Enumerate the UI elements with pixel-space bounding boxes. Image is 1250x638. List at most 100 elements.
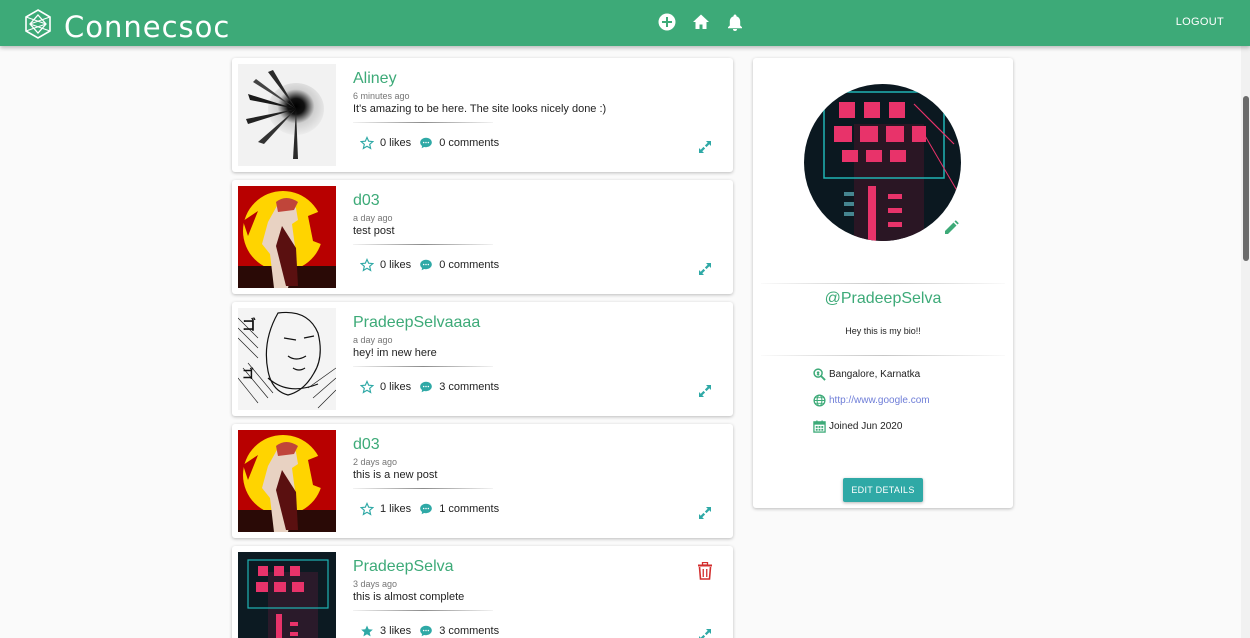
like-button[interactable]: 3 likes bbox=[360, 624, 411, 638]
star-outline-icon bbox=[359, 380, 375, 394]
star-outline-icon bbox=[359, 136, 375, 150]
post-card: Aliney 6 minutes ago It's amazing to be … bbox=[232, 58, 733, 172]
comments-button[interactable]: 0 comments bbox=[419, 136, 499, 150]
post-card: d03 a day ago test post 0 likes 0 commen… bbox=[232, 180, 733, 294]
post-username[interactable]: d03 bbox=[353, 192, 380, 210]
like-button[interactable]: 1 likes bbox=[359, 502, 412, 516]
logout-button[interactable]: LOGOUT bbox=[1176, 16, 1224, 28]
joined-row: Joined Jun 2020 bbox=[813, 420, 902, 433]
comments-count: 3 comments bbox=[439, 625, 500, 637]
brand-name: Connecsoc bbox=[64, 9, 231, 44]
divider bbox=[353, 122, 493, 123]
globe-icon bbox=[813, 394, 826, 407]
comments-button[interactable]: 0 comments bbox=[419, 258, 499, 272]
likes-count: 0 likes bbox=[380, 259, 412, 271]
chat-bubble-icon bbox=[419, 136, 433, 150]
nav-icons bbox=[657, 12, 745, 32]
comments-count: 0 comments bbox=[439, 259, 500, 271]
likes-count: 0 likes bbox=[380, 137, 412, 149]
edit-avatar-pencil-icon[interactable] bbox=[943, 220, 959, 236]
chat-bubble-icon bbox=[419, 258, 433, 272]
post-actions: 3 likes 3 comments bbox=[360, 624, 499, 638]
post-username[interactable]: d03 bbox=[353, 436, 380, 454]
post-image[interactable] bbox=[238, 186, 336, 288]
profile-card: @PradeepSelva Hey this is my bio!! Banga… bbox=[753, 58, 1013, 508]
likes-count: 0 likes bbox=[380, 381, 412, 393]
post-body: It's amazing to be here. The site looks … bbox=[353, 103, 607, 115]
post-body: this is a new post bbox=[353, 469, 438, 481]
post-timestamp: 3 days ago bbox=[353, 579, 398, 589]
post-timestamp: a day ago bbox=[353, 335, 393, 345]
divider bbox=[353, 244, 493, 245]
post-image[interactable] bbox=[238, 552, 336, 638]
post-image[interactable] bbox=[238, 64, 336, 166]
comments-button[interactable]: 3 comments bbox=[419, 624, 499, 638]
post-actions: 1 likes 1 comments bbox=[359, 502, 499, 516]
like-button[interactable]: 0 likes bbox=[359, 380, 412, 394]
expand-icon[interactable] bbox=[699, 262, 711, 275]
comments-button[interactable]: 1 comments bbox=[419, 502, 499, 516]
location-search-icon bbox=[813, 368, 826, 381]
app-bar: Connecsoc LOGOUT bbox=[0, 0, 1250, 46]
brand[interactable]: Connecsoc bbox=[22, 8, 230, 45]
post-timestamp: 6 minutes ago bbox=[353, 91, 410, 101]
chat-bubble-icon bbox=[419, 624, 433, 638]
post-image[interactable]: ゴ ゴ bbox=[238, 308, 336, 410]
divider bbox=[353, 366, 493, 367]
post-card: ゴ ゴ PradeepSelvaaaa a day ago hey! im ne… bbox=[232, 302, 733, 416]
edit-details-button[interactable]: EDIT DETAILS bbox=[843, 478, 923, 502]
post-username[interactable]: PradeepSelvaaaa bbox=[353, 314, 480, 332]
scrollbar[interactable] bbox=[1241, 46, 1250, 638]
divider bbox=[353, 610, 493, 611]
svg-text:ゴ: ゴ bbox=[242, 317, 256, 334]
post-username[interactable]: PradeepSelva bbox=[353, 558, 454, 576]
location-row: Bangalore, Karnatka bbox=[813, 368, 920, 381]
post-timestamp: 2 days ago bbox=[353, 457, 398, 467]
post-card: d03 2 days ago this is a new post 1 like… bbox=[232, 424, 733, 538]
post-body: hey! im new here bbox=[353, 347, 437, 359]
avatar[interactable] bbox=[804, 84, 961, 241]
post-body: this is almost complete bbox=[353, 591, 465, 603]
logo-icon bbox=[22, 8, 54, 45]
profile-bio: Hey this is my bio!! bbox=[845, 326, 921, 336]
svg-text:ゴ: ゴ bbox=[242, 366, 254, 381]
post-actions: 0 likes 0 comments bbox=[359, 136, 499, 150]
comments-button[interactable]: 3 comments bbox=[419, 380, 499, 394]
home-icon[interactable] bbox=[691, 12, 711, 32]
expand-icon[interactable] bbox=[699, 628, 711, 638]
chat-bubble-icon bbox=[419, 380, 433, 394]
post-timestamp: a day ago bbox=[353, 213, 393, 223]
divider bbox=[761, 283, 1005, 284]
star-outline-icon bbox=[359, 502, 375, 516]
divider bbox=[761, 355, 1005, 356]
like-button[interactable]: 0 likes bbox=[359, 136, 412, 150]
joined-text: Joined Jun 2020 bbox=[829, 421, 903, 432]
post-actions: 0 likes 0 comments bbox=[359, 258, 499, 272]
expand-icon[interactable] bbox=[699, 140, 711, 153]
post-card: PradeepSelva 3 days ago this is almost c… bbox=[232, 546, 733, 638]
calendar-icon bbox=[813, 420, 826, 433]
expand-icon[interactable] bbox=[699, 384, 711, 397]
post-actions: 0 likes 3 comments bbox=[359, 380, 499, 394]
post-username[interactable]: Aliney bbox=[353, 70, 397, 88]
website-row: http://www.google.com bbox=[813, 394, 930, 407]
scrollbar-thumb[interactable] bbox=[1243, 96, 1249, 261]
notifications-bell-icon[interactable] bbox=[725, 12, 745, 32]
delete-icon[interactable] bbox=[697, 561, 713, 580]
add-post-icon[interactable] bbox=[657, 12, 677, 32]
likes-count: 1 likes bbox=[380, 503, 412, 515]
comments-count: 1 comments bbox=[439, 503, 500, 515]
star-outline-icon bbox=[359, 258, 375, 272]
expand-icon[interactable] bbox=[699, 506, 711, 519]
profile-handle[interactable]: @PradeepSelva bbox=[753, 290, 1013, 308]
website-link[interactable]: http://www.google.com bbox=[829, 395, 930, 406]
post-image[interactable] bbox=[238, 430, 336, 532]
comments-count: 0 comments bbox=[439, 137, 500, 149]
likes-count: 3 likes bbox=[380, 625, 412, 637]
chat-bubble-icon bbox=[419, 502, 433, 516]
comments-count: 3 comments bbox=[439, 381, 500, 393]
like-button[interactable]: 0 likes bbox=[359, 258, 412, 272]
divider bbox=[353, 488, 493, 489]
star-filled-icon bbox=[360, 624, 374, 638]
post-body: test post bbox=[353, 225, 395, 237]
